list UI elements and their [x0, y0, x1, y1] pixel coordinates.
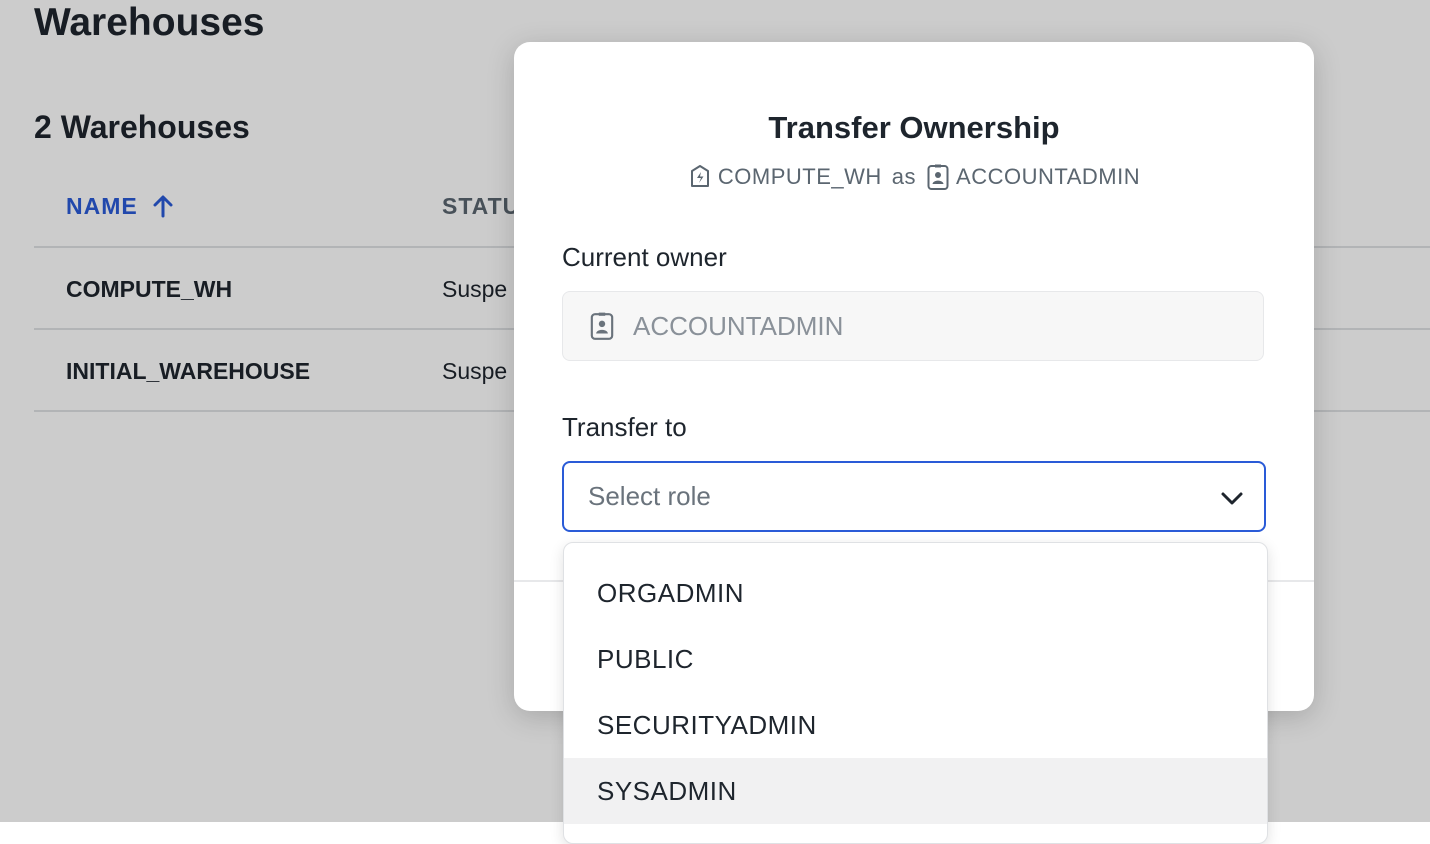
subtitle-object: COMPUTE_WH — [717, 164, 882, 189]
warehouse-icon — [688, 164, 712, 190]
current-owner-label: Current owner — [562, 242, 727, 272]
subtitle-connector: as — [891, 164, 917, 189]
transfer-to-label: Transfer to — [562, 412, 687, 442]
role-badge-icon — [589, 311, 615, 341]
role-option-public[interactable]: PUBLIC — [564, 626, 1267, 692]
role-option-orgadmin[interactable]: ORGADMIN — [564, 560, 1267, 626]
role-dropdown-menu: ORGADMIN PUBLIC SECURITYADMIN SYSADMIN — [563, 542, 1268, 844]
chevron-down-icon[interactable] — [1220, 486, 1244, 510]
role-select-placeholder: Select role — [588, 481, 711, 511]
role-badge-icon — [926, 163, 950, 191]
current-owner-value: ACCOUNTADMIN — [633, 310, 844, 341]
role-select[interactable]: Select role — [562, 461, 1266, 532]
dialog-title: Transfer Ownership — [768, 110, 1060, 145]
subtitle-role: ACCOUNTADMIN — [956, 164, 1141, 189]
current-owner-field: ACCOUNTADMIN — [562, 291, 1264, 361]
dialog-subtitle: COMPUTE_WH as ACCOUNTADMIN — [514, 162, 1314, 192]
role-option-sysadmin[interactable]: SYSADMIN — [564, 758, 1267, 824]
role-option-securityadmin[interactable]: SECURITYADMIN — [564, 692, 1267, 758]
